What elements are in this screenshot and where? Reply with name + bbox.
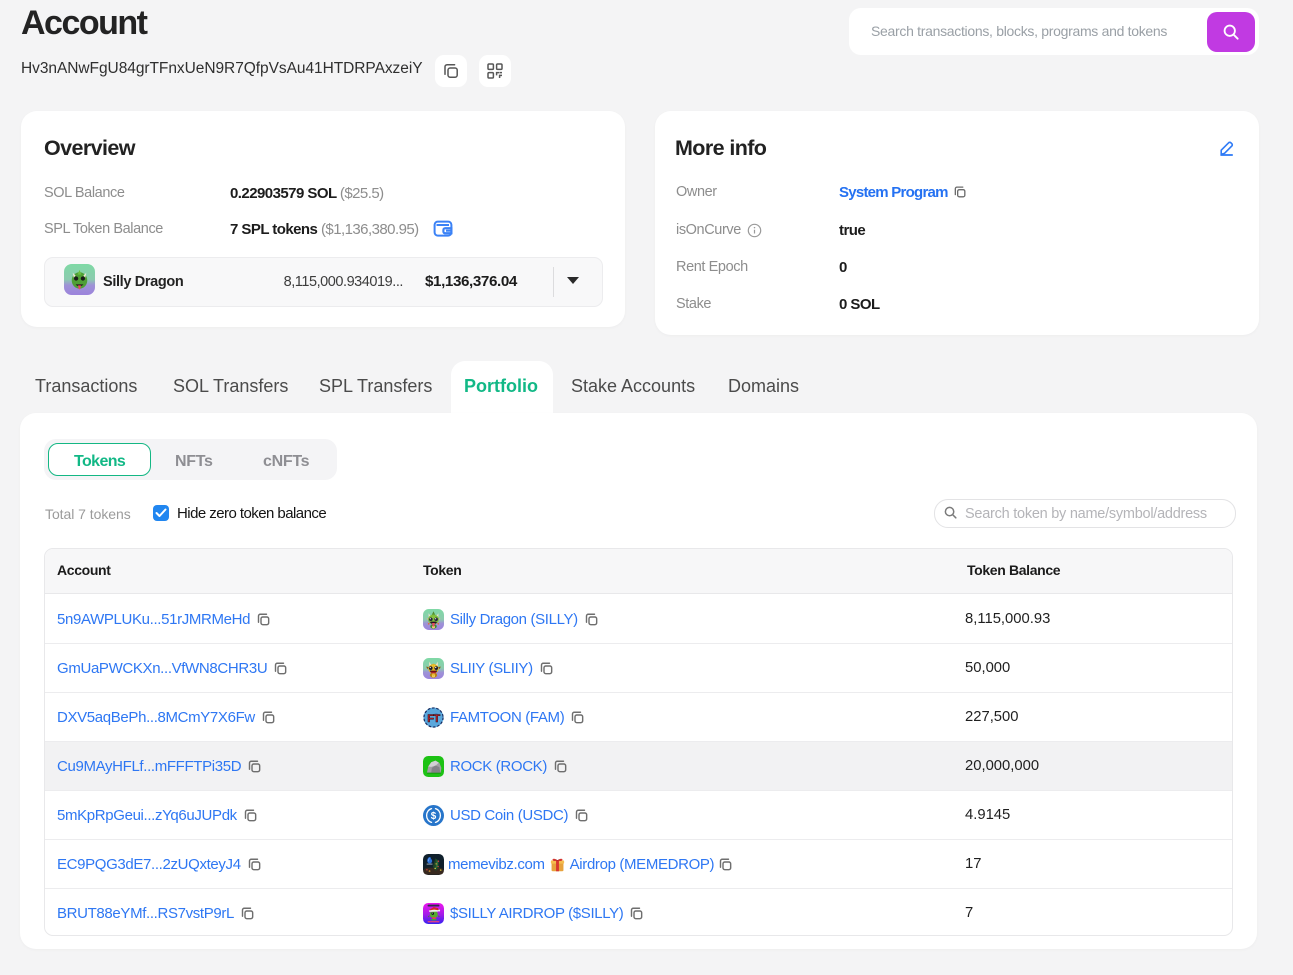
svg-text:$: $ (431, 811, 437, 822)
svg-text:FT: FT (427, 713, 440, 725)
